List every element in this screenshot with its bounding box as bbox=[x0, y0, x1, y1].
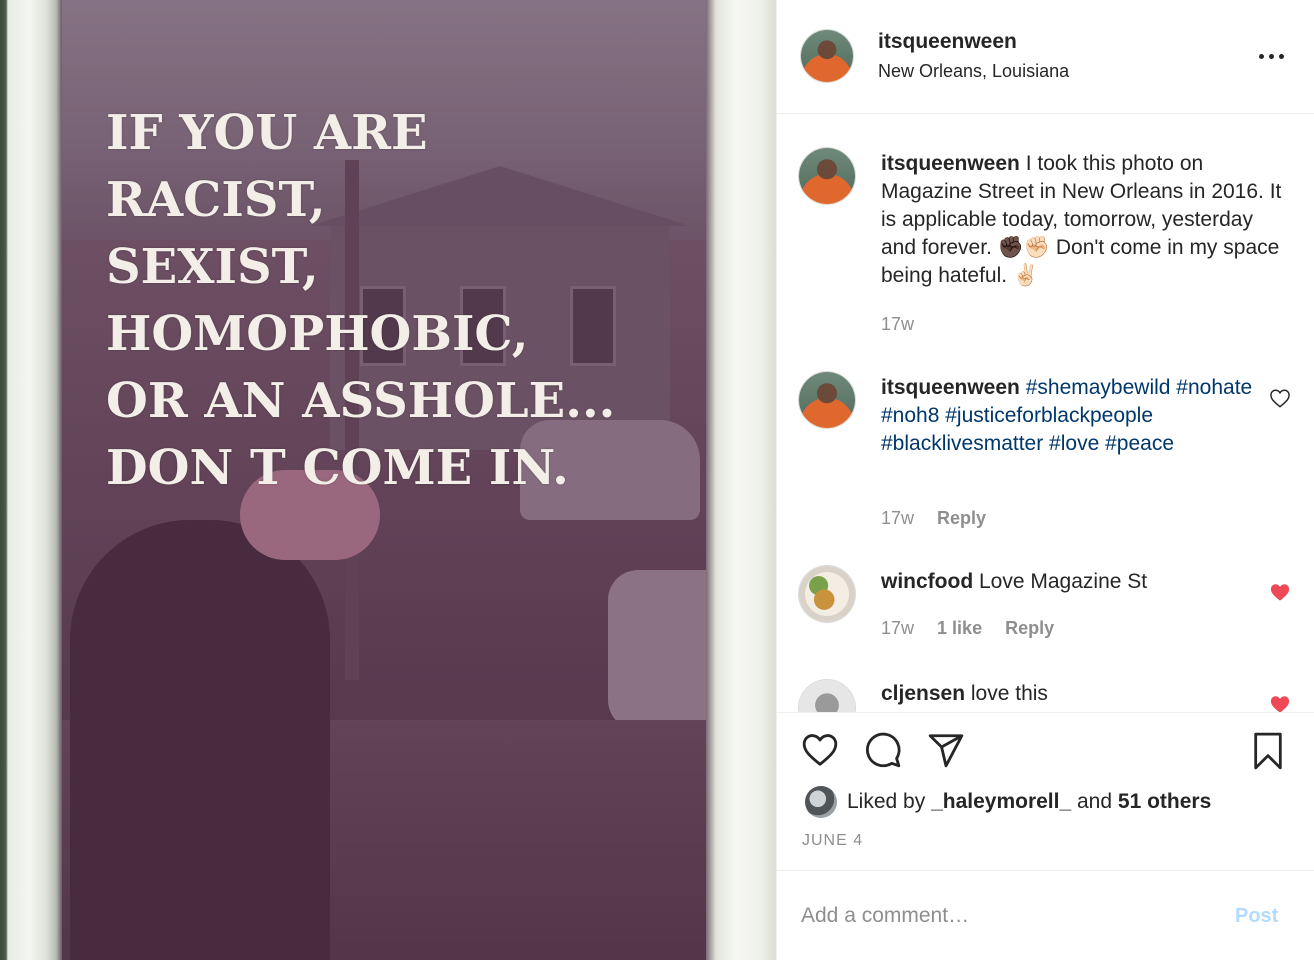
liked-by-text: Liked by _haleymorell_ and 51 others bbox=[847, 790, 1211, 814]
header-location[interactable]: New Orleans, Louisiana bbox=[878, 61, 1069, 82]
sign-line: OR AN ASSHOLE... bbox=[106, 373, 616, 429]
comment-time[interactable]: 17w bbox=[881, 508, 914, 528]
comment-text: Love Magazine St bbox=[979, 570, 1148, 593]
comment-username[interactable]: itsqueenween bbox=[881, 152, 1020, 175]
header-username[interactable]: itsqueenween bbox=[878, 30, 1017, 54]
comment-username[interactable]: itsqueenween bbox=[881, 376, 1020, 399]
post-photo[interactable]: IF YOU ARE RACIST, SEXIST, HOMOPHOBIC, O… bbox=[0, 0, 776, 960]
reply-button[interactable]: Reply bbox=[937, 508, 986, 528]
bookmark-icon[interactable] bbox=[1249, 731, 1287, 771]
comment-username[interactable]: cljensen bbox=[881, 682, 965, 705]
liked-by-and: and bbox=[1077, 790, 1113, 813]
comment-body: itsqueenween #shemaybewild #nohate #noh8… bbox=[881, 374, 1261, 458]
window-frame-left bbox=[0, 0, 62, 960]
comment-body: itsqueenween I took this photo on Magazi… bbox=[881, 150, 1291, 290]
avatar[interactable] bbox=[801, 30, 853, 82]
sign-line: SEXIST, bbox=[106, 239, 319, 295]
liked-by-user-link[interactable]: _haleymorell_ bbox=[931, 790, 1071, 813]
avatar[interactable] bbox=[799, 566, 855, 622]
heart-icon[interactable] bbox=[801, 731, 839, 769]
comment-username[interactable]: wincfood bbox=[881, 570, 973, 593]
liked-heart-icon[interactable] bbox=[1269, 694, 1291, 712]
more-horizontal-icon[interactable] bbox=[1259, 52, 1285, 62]
comment-body: cljensen love this bbox=[881, 680, 1291, 708]
comment-meta: 17w bbox=[881, 314, 932, 335]
comment-icon[interactable] bbox=[864, 731, 902, 769]
post-header: itsqueenween New Orleans, Louisiana bbox=[777, 0, 1314, 114]
reply-button[interactable]: Reply bbox=[1005, 618, 1054, 638]
post-sidebar: itsqueenween New Orleans, Louisiana itsq… bbox=[776, 0, 1314, 960]
sign-line: RACIST, bbox=[106, 172, 326, 228]
window-sign-text: IF YOU ARE RACIST, SEXIST, HOMOPHOBIC, O… bbox=[106, 100, 706, 502]
share-icon[interactable] bbox=[927, 731, 965, 769]
sign-line: DON T COME IN. bbox=[106, 440, 569, 496]
avatar[interactable] bbox=[799, 148, 855, 204]
post-date[interactable]: JUNE 4 bbox=[802, 832, 863, 850]
add-comment-bar: Post bbox=[777, 870, 1314, 960]
comment-input[interactable] bbox=[801, 899, 1221, 933]
sign-line: HOMOPHOBIC, bbox=[106, 306, 529, 362]
like-comment-heart-icon[interactable] bbox=[1269, 388, 1291, 408]
comment-time[interactable]: 17w bbox=[881, 314, 914, 334]
avatar[interactable] bbox=[805, 786, 837, 818]
comment-body: wincfood Love Magazine St bbox=[881, 568, 1291, 596]
liked-by-others-link[interactable]: 51 others bbox=[1118, 790, 1211, 813]
sign-line: IF YOU ARE bbox=[106, 105, 428, 161]
avatar[interactable] bbox=[799, 372, 855, 428]
comment-meta: 17w Reply bbox=[881, 508, 1004, 529]
avatar[interactable] bbox=[799, 680, 855, 712]
comments-list[interactable]: itsqueenween I took this photo on Magazi… bbox=[777, 114, 1314, 712]
comment-meta: 17w 1 like Reply bbox=[881, 618, 1072, 639]
post-button[interactable]: Post bbox=[1235, 905, 1278, 928]
window-frame-right bbox=[706, 0, 776, 960]
likes-count-link[interactable]: 1 like bbox=[937, 618, 982, 638]
liked-heart-icon[interactable] bbox=[1269, 582, 1291, 602]
comment-time[interactable]: 17w bbox=[881, 618, 914, 638]
comment-text: love this bbox=[970, 682, 1048, 705]
liked-by-prefix: Liked by bbox=[847, 790, 926, 813]
